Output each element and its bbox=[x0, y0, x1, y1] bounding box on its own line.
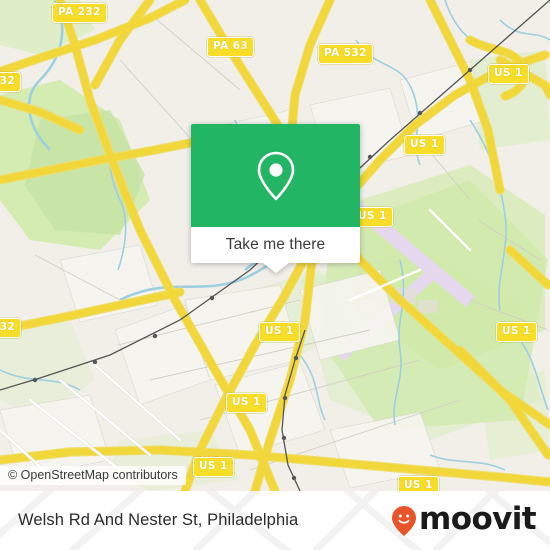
map-screenshot: .land{fill:#f2efe9;} .field{fill:#f7f5f0… bbox=[0, 0, 550, 550]
map-attribution[interactable]: © OpenStreetMap contributors bbox=[0, 466, 186, 485]
location-title: Welsh Rd And Nester St, Philadelphia bbox=[18, 511, 299, 529]
moovit-logo[interactable]: moovit bbox=[391, 491, 537, 550]
road-shield: US 1 bbox=[488, 64, 529, 84]
road-shield: US 1 bbox=[496, 322, 537, 342]
road-shield: PA 232 bbox=[52, 3, 107, 23]
footer-bar: Welsh Rd And Nester St, Philadelphia moo… bbox=[0, 491, 550, 550]
road-shield: PA 63 bbox=[207, 37, 255, 57]
road-shield: PA 532 bbox=[318, 44, 373, 64]
road-shield: US 1 bbox=[226, 393, 267, 413]
moovit-smiley-pin-icon bbox=[392, 505, 417, 536]
road-shield: 232 bbox=[0, 318, 22, 338]
road-shield: US 1 bbox=[259, 322, 300, 342]
road-shield: US 1 bbox=[193, 457, 234, 477]
moovit-wordmark: moovit bbox=[419, 501, 537, 537]
take-me-there-label: Take me there bbox=[225, 236, 326, 253]
popup-image-area bbox=[191, 124, 360, 227]
road-shield: US 1 bbox=[398, 476, 439, 491]
location-pin-icon bbox=[257, 151, 294, 200]
popup-tail bbox=[262, 263, 289, 273]
location-popup[interactable]: Take me there bbox=[191, 124, 360, 273]
road-shield: 232 bbox=[0, 72, 22, 92]
map-viewport[interactable]: .land{fill:#f2efe9;} .field{fill:#f7f5f0… bbox=[0, 0, 550, 491]
popup-action-bar[interactable]: Take me there bbox=[191, 227, 360, 273]
road-shield: US 1 bbox=[404, 135, 445, 155]
